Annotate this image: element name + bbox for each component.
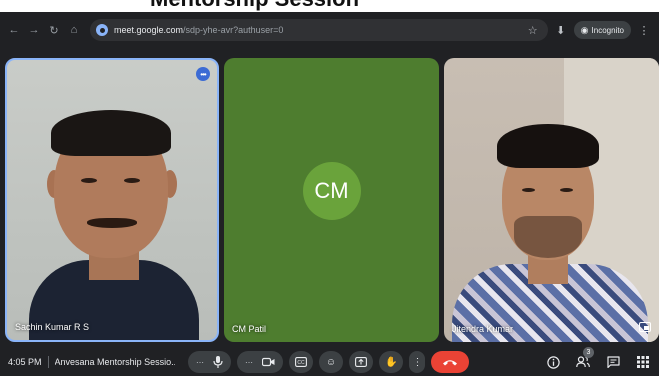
chevron-up-icon[interactable]: ⋯ (245, 358, 253, 367)
more-vertical-icon: ⋮ (412, 356, 423, 368)
browser-toolbar: ← → ↻ ⌂ meet.google.com/sdp-yhe-avr?auth… (0, 12, 659, 48)
chevron-up-icon[interactable]: ⋯ (196, 358, 204, 367)
meet-stage: ••• Sachin Kumar R S CM CM Patil Jitendr… (0, 48, 659, 376)
participant-1-eye (124, 178, 140, 183)
participant-3-eye (560, 188, 573, 192)
site-info-icon[interactable] (96, 24, 108, 36)
participant-1-eye (81, 178, 97, 183)
picture-in-picture-icon[interactable] (639, 322, 651, 332)
reactions-button[interactable]: ☺ (319, 351, 343, 373)
side-panel-controls: 3 (545, 347, 651, 374)
participant-1-hair (51, 110, 171, 156)
participant-tile-2[interactable]: CM CM Patil (224, 58, 439, 342)
participant-3-hair (497, 124, 599, 168)
participant-1-mustache (87, 218, 137, 228)
call-controls: ⋯ ⋯ CC ☺ ✋ ⋮ (188, 350, 470, 374)
back-icon[interactable]: ← (6, 22, 22, 38)
forward-icon[interactable]: → (26, 22, 42, 38)
camera-button[interactable]: ⋯ (237, 351, 283, 373)
participant-name: Sachin Kumar R S (15, 322, 90, 332)
participants-count-badge: 3 (583, 347, 594, 358)
present-button[interactable] (349, 351, 373, 373)
meeting-time: 4:05 PM (8, 357, 42, 367)
address-bar[interactable]: meet.google.com/sdp-yhe-avr?authuser=0 ☆ (90, 19, 548, 41)
raise-hand-button[interactable]: ✋ (379, 351, 404, 373)
info-icon (546, 355, 560, 369)
participant-tile-1[interactable]: ••• Sachin Kumar R S (5, 58, 219, 342)
url-host: meet.google.com (114, 25, 184, 35)
divider (47, 356, 49, 368)
reload-icon[interactable]: ↻ (46, 22, 62, 38)
emoji-icon: ☺ (325, 356, 337, 368)
leave-call-button[interactable] (431, 351, 470, 373)
more-options-button[interactable]: ⋮ (409, 351, 426, 373)
more-options-icon[interactable]: ••• (196, 67, 210, 81)
people-button[interactable]: 3 (575, 347, 594, 370)
participant-tile-3[interactable]: Jitendra Kumar (444, 58, 659, 342)
download-icon[interactable]: ⬇ (552, 21, 570, 39)
chat-button[interactable] (605, 354, 621, 370)
captions-button[interactable]: CC (289, 351, 313, 373)
microphone-icon (213, 356, 223, 368)
bookmark-star-icon[interactable]: ☆ (524, 21, 542, 39)
meeting-details-button[interactable] (545, 354, 561, 370)
participant-avatar: CM (302, 162, 361, 220)
participant-name: Jitendra Kumar (452, 324, 514, 334)
top-strip: Mentorship Session (0, 0, 659, 12)
svg-text:CC: CC (297, 360, 305, 366)
url-path: /sdp-yhe-avr?authuser=0 (183, 25, 284, 35)
hand-icon: ✋ (385, 356, 398, 368)
present-screen-icon (355, 357, 367, 367)
incognito-icon: ◉ (580, 24, 589, 35)
activities-button[interactable] (635, 354, 651, 370)
meeting-bottom-bar: 4:05 PM Anvesana Mentorship Sessio... ⋯ … (0, 347, 659, 376)
meeting-title: Anvesana Mentorship Sessio... (54, 357, 175, 367)
browser-menu-icon[interactable]: ⋮ (635, 21, 653, 39)
incognito-chip[interactable]: ◉ Incognito (573, 21, 631, 39)
incognito-label: Incognito (591, 25, 624, 35)
url-text[interactable]: meet.google.com/sdp-yhe-avr?authuser=0 (114, 25, 283, 35)
microphone-button[interactable]: ⋯ (188, 351, 231, 373)
participant-3-eye (522, 188, 535, 192)
grid-apps-icon (637, 356, 649, 368)
chat-icon (606, 356, 620, 368)
participant-3-beard (514, 216, 582, 258)
home-icon[interactable]: ⌂ (66, 22, 82, 38)
camera-icon (262, 357, 275, 367)
cropped-heading: Mentorship Session (150, 0, 359, 12)
participant-name: CM Patil (232, 324, 267, 334)
phone-hangup-icon (442, 358, 458, 366)
closed-captions-icon: CC (295, 357, 307, 367)
